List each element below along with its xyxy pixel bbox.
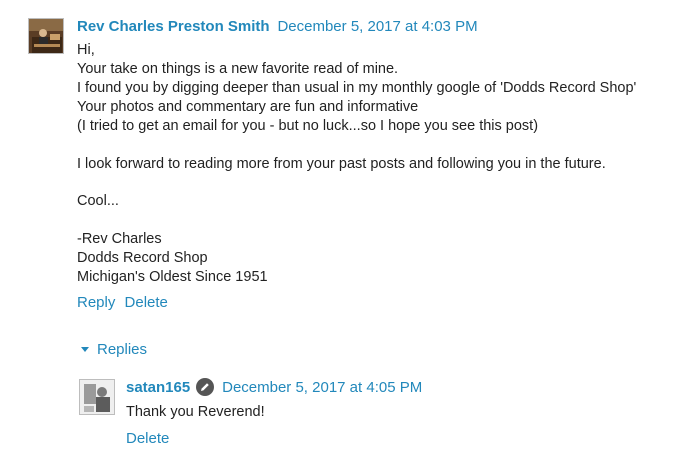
replies-toggle-label: Replies	[97, 341, 148, 358]
caret-down-icon	[81, 346, 89, 352]
delete-button[interactable]: Delete	[125, 294, 168, 311]
reply-timestamp-link[interactable]: December 5, 2017 at 4:05 PM	[222, 379, 422, 396]
comment-timestamp-link[interactable]: December 5, 2017 at 4:03 PM	[277, 18, 477, 35]
reply-actions: Delete	[126, 429, 687, 449]
comment-line: Dodds Record Shop	[77, 249, 208, 266]
comment-line: I found you by digging deeper than usual…	[77, 80, 637, 96]
comment-line: -Rev Charles	[77, 230, 162, 247]
user-photo-avatar-icon	[80, 380, 114, 414]
reply-delete-button[interactable]: Delete	[126, 430, 169, 447]
comment-actions: Reply Delete	[77, 293, 677, 313]
reply-header: satan165 December 5, 2017 at 4:05 PM	[126, 375, 687, 399]
comment-line: Hi,	[77, 42, 95, 58]
comment-header: Rev Charles Preston Smith December 5, 20…	[77, 14, 677, 38]
comment-line: Your photos and commentary are fun and i…	[77, 99, 419, 115]
comment-line: Cool...	[77, 193, 119, 209]
comment-content: Hi, Your take on things is a new favorite…	[77, 41, 677, 287]
comment-line: (I tried to get an email for you - but n…	[77, 118, 539, 134]
replies-toggle[interactable]: Replies	[81, 339, 147, 361]
reply-avatar[interactable]	[79, 379, 115, 415]
comment-line: I look forward to reading more from your…	[77, 155, 606, 172]
comment-author-link[interactable]: Rev Charles Preston Smith	[77, 18, 270, 35]
reply-button[interactable]: Reply	[77, 294, 115, 311]
comment-avatar[interactable]	[28, 18, 64, 54]
user-photo-avatar-icon	[29, 19, 63, 53]
reply-content: Thank you Reverend!	[126, 403, 687, 422]
reply-author-link[interactable]: satan165	[126, 379, 190, 396]
reply-text: Thank you Reverend!	[126, 404, 265, 420]
comment-line: Michigan's Oldest Since 1951	[77, 268, 268, 285]
pencil-author-badge-icon	[196, 377, 215, 396]
comment-line: Your take on things is a new favorite re…	[77, 61, 399, 77]
